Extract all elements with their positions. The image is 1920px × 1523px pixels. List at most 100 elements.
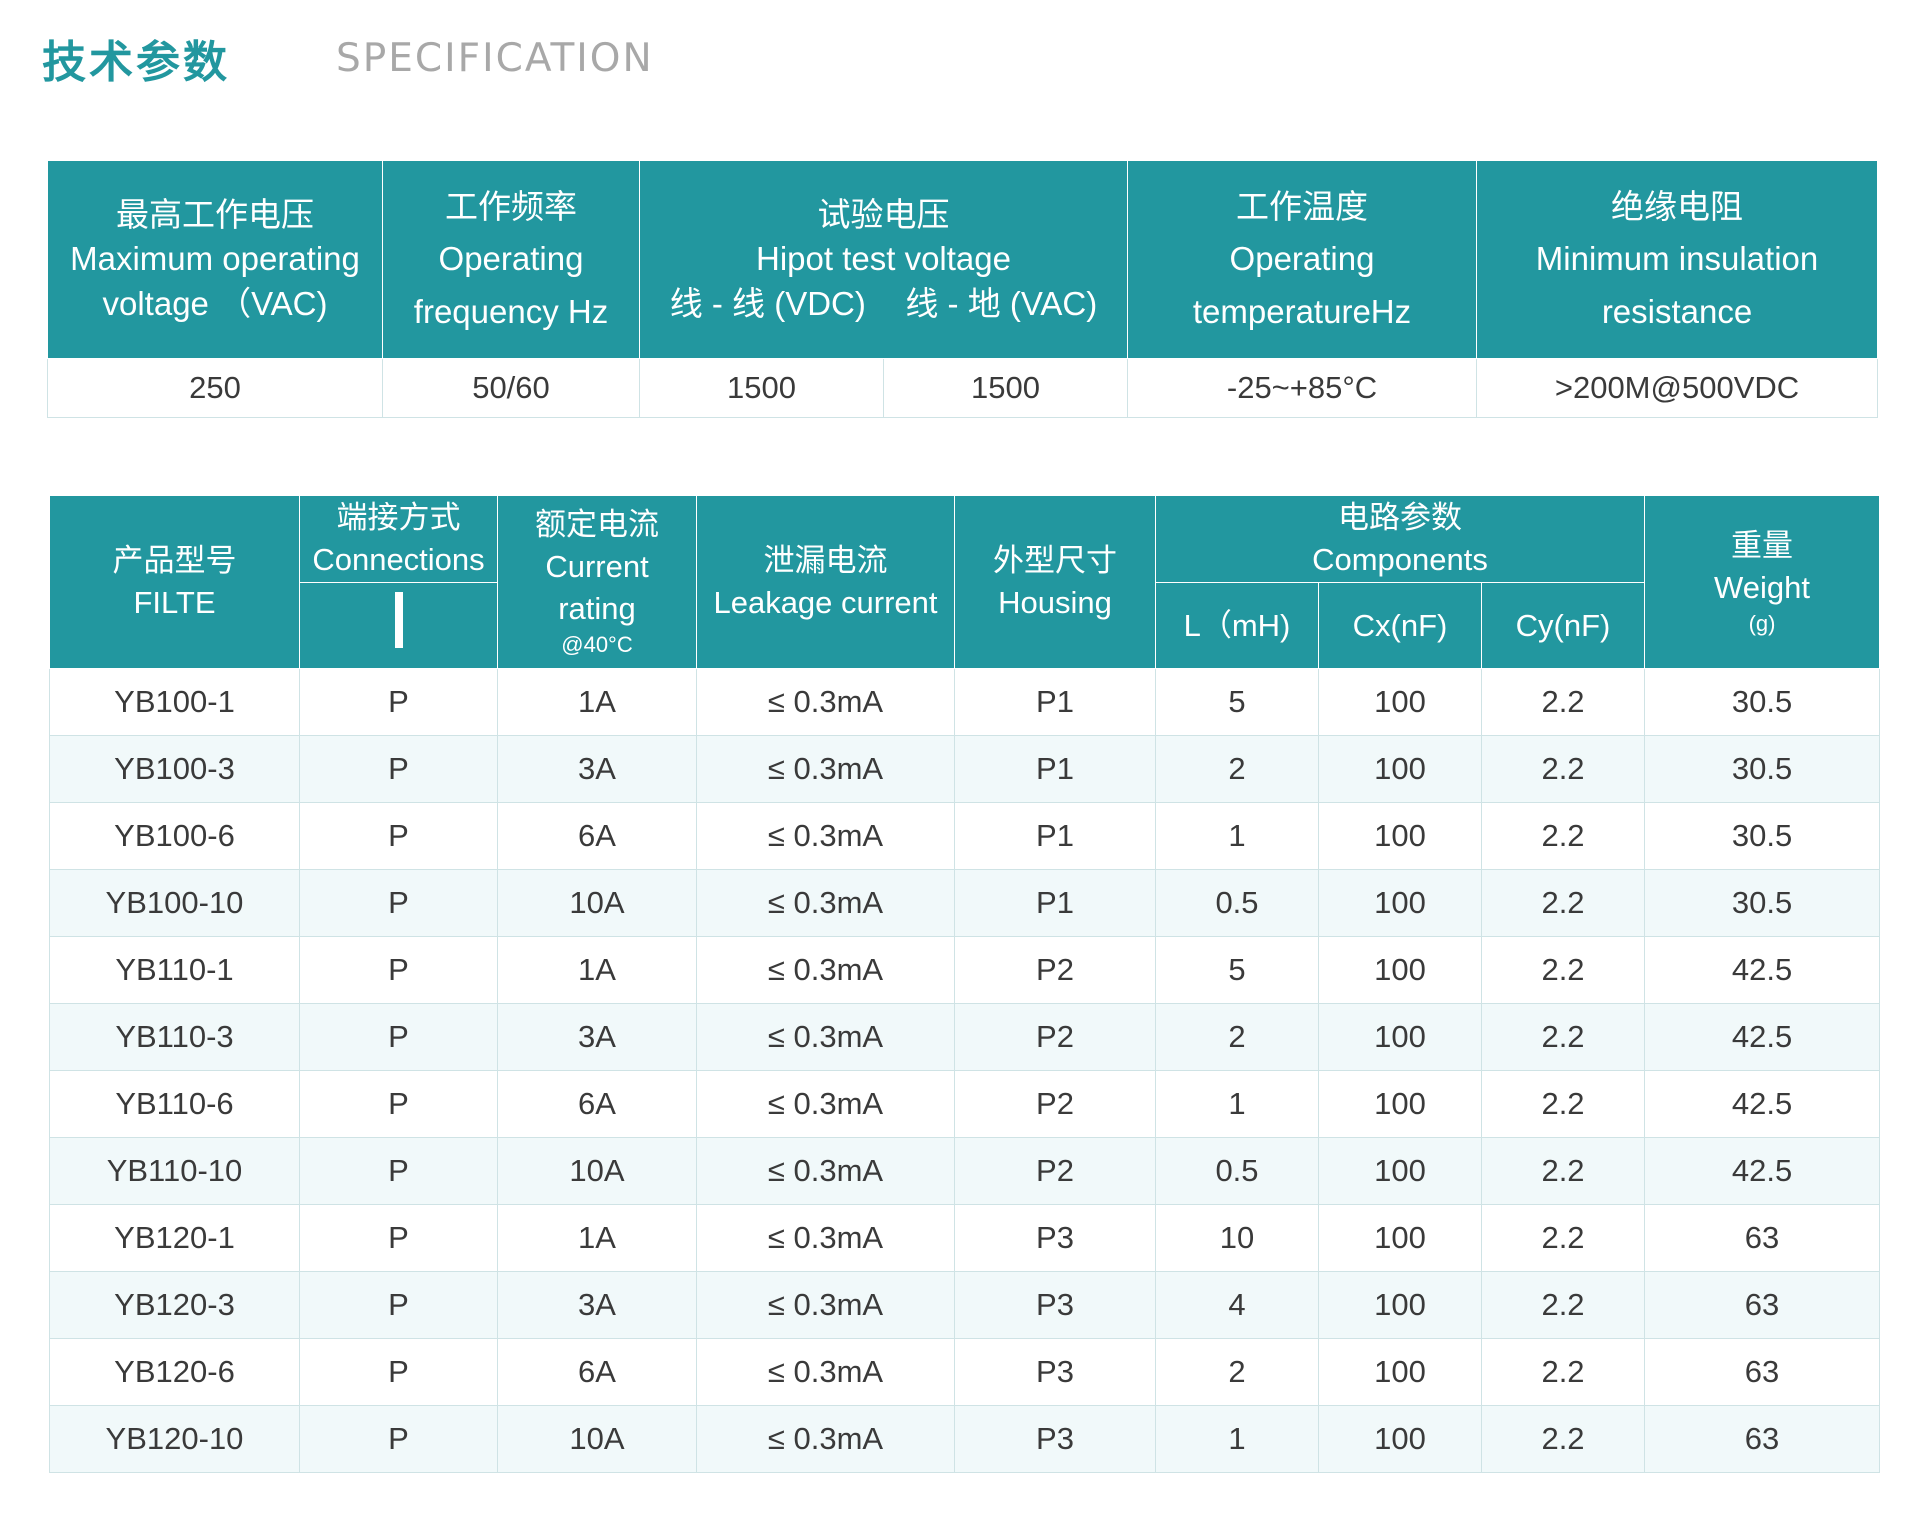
cell-weight: 63 (1644, 1338, 1881, 1406)
spec-table: 最高工作电压 Maximum operating voltage （VAC) 工… (47, 160, 1879, 418)
cell-housing: P1 (954, 869, 1156, 937)
cell-leakage: ≤ 0.3mA (696, 1204, 955, 1272)
cell-inductance: 1 (1155, 1070, 1319, 1138)
cell-leakage: ≤ 0.3mA (696, 668, 955, 736)
header-components-cx: Cx(nF) (1318, 582, 1482, 669)
header-cn: 外型尺寸 (993, 543, 1117, 579)
cell-cx: 100 (1318, 1204, 1482, 1272)
header-components: 电路参数 Components (1154, 495, 1646, 583)
header-en: Weight (1714, 570, 1810, 606)
cell-connection: P (299, 1405, 498, 1473)
cell-weight: 42.5 (1644, 1003, 1881, 1071)
cell-cx: 100 (1318, 1003, 1482, 1071)
header-cn: 重量 (1731, 528, 1794, 564)
cell-leakage: ≤ 0.3mA (696, 735, 955, 803)
cell-inductance: 1 (1155, 1405, 1319, 1473)
cell-leakage: ≤ 0.3mA (696, 936, 955, 1004)
spec-header-row: 最高工作电压 Maximum operating voltage （VAC) 工… (47, 160, 1879, 359)
cell-current: 3A (497, 735, 697, 803)
cell-current: 10A (497, 1137, 697, 1205)
cell-weight: 30.5 (1644, 802, 1881, 870)
header-cn: 泄漏电流 (763, 543, 888, 579)
spec-value-max-voltage: 250 (47, 358, 383, 418)
cell-housing: P2 (954, 1137, 1156, 1205)
table-row: YB120-3 P 3A ≤ 0.3mA P3 4 100 2.2 63 (49, 1271, 1881, 1339)
cell-weight: 42.5 (1644, 1070, 1881, 1138)
cell-housing: P3 (954, 1405, 1156, 1473)
cell-cx: 100 (1318, 735, 1482, 803)
cell-housing: P3 (954, 1204, 1156, 1272)
header-cn: 额定电流 (535, 507, 659, 543)
cell-cy: 2.2 (1480, 1405, 1646, 1473)
cell-housing: P2 (954, 936, 1156, 1004)
hipot-sub-labels: 线 - 线 (VDC) 线 - 地 (VAC) (640, 282, 1127, 327)
cell-cx: 100 (1318, 1271, 1482, 1339)
cell-cy: 2.2 (1480, 1003, 1646, 1071)
table-row: YB120-10 P 10A ≤ 0.3mA P3 1 100 2.2 63 (49, 1405, 1881, 1473)
cell-connection: P (299, 802, 498, 870)
cell-inductance: 2 (1155, 1003, 1319, 1071)
cell-housing: P1 (954, 735, 1156, 803)
hipot-line-ground: 线 - 地 (VAC) (905, 284, 1098, 322)
cell-model: YB110-10 (49, 1137, 300, 1205)
spec-value-frequency: 50/60 (382, 358, 640, 418)
header-cn: 产品型号 (112, 543, 237, 579)
header-en: Housing (998, 585, 1112, 620)
cell-inductance: 0.5 (1155, 869, 1319, 937)
cell-cy: 2.2 (1480, 936, 1646, 1004)
cell-cy: 2.2 (1480, 869, 1646, 937)
spec-value-hipot-line-ground: 1500 (882, 358, 1129, 418)
cell-cx: 100 (1318, 668, 1482, 736)
cell-weight: 63 (1644, 1204, 1881, 1272)
cell-model: YB120-3 (49, 1271, 300, 1339)
page-title-block: 技术参数 (42, 28, 230, 88)
spec-header-insulation: 绝缘电阻 Minimum insulation resistance (1476, 160, 1879, 359)
cell-cy: 2.2 (1480, 1271, 1646, 1339)
cell-cx: 100 (1318, 802, 1482, 870)
cell-model: YB110-6 (49, 1070, 300, 1138)
cell-current: 3A (497, 1271, 697, 1339)
cell-leakage: ≤ 0.3mA (696, 1070, 955, 1138)
table-row: YB110-10 P 10A ≤ 0.3mA P2 0.5 100 2.2 42.5 (49, 1137, 1881, 1205)
header-en2: resistance (1601, 292, 1753, 330)
cell-connection: P (299, 1070, 498, 1138)
cell-leakage: ≤ 0.3mA (696, 1003, 955, 1071)
product-header-row: 产品型号 FILTE 端接方式 Connections 额定电流 Current… (49, 495, 1881, 669)
header-en: Hipot test voltage (756, 240, 1011, 278)
header-cn: 绝缘电阻 (1611, 187, 1744, 225)
header-current: 额定电流 Current rating @40°C (497, 495, 697, 669)
cell-cx: 100 (1318, 936, 1482, 1004)
cell-current: 1A (497, 1204, 697, 1272)
cell-inductance: 2 (1155, 735, 1319, 803)
header-en: Connections (312, 542, 485, 577)
spec-header-temperature: 工作温度 Operating temperatureHz (1127, 160, 1478, 359)
header-connections: 端接方式 Connections (299, 495, 498, 583)
spec-value-hipot-line-line: 1500 (639, 358, 884, 418)
header-en: Operating (1229, 240, 1375, 278)
cell-cy: 2.2 (1480, 1338, 1646, 1406)
header-en2: frequency Hz (413, 292, 609, 330)
cell-current: 3A (497, 1003, 697, 1071)
cell-current: 10A (497, 1405, 697, 1473)
cell-cx: 100 (1318, 1137, 1482, 1205)
hipot-line-line: 线 - 线 (VDC) (669, 284, 866, 322)
header-en2: temperatureHz (1192, 292, 1412, 330)
cell-weight: 63 (1644, 1405, 1881, 1473)
cell-cy: 2.2 (1480, 735, 1646, 803)
cell-cx: 100 (1318, 1070, 1482, 1138)
table-row: YB100-1 P 1A ≤ 0.3mA P1 5 100 2.2 30.5 (49, 668, 1881, 736)
cell-current: 6A (497, 1070, 697, 1138)
cell-model: YB120-1 (49, 1204, 300, 1272)
cell-weight: 42.5 (1644, 936, 1881, 1004)
table-row: YB120-1 P 1A ≤ 0.3mA P3 10 100 2.2 63 (49, 1204, 1881, 1272)
header-cn: 最高工作电压 (116, 195, 314, 233)
header-weight: 重量 Weight (g) (1644, 495, 1881, 669)
cell-connection: P (299, 1204, 498, 1272)
spec-value-insulation: >200M@500VDC (1476, 358, 1879, 418)
cell-current: 1A (497, 668, 697, 736)
cell-inductance: 5 (1155, 936, 1319, 1004)
cell-model: YB100-10 (49, 869, 300, 937)
header-en: Current (545, 549, 649, 585)
cell-weight: 30.5 (1644, 869, 1881, 937)
cell-connection: P (299, 936, 498, 1004)
